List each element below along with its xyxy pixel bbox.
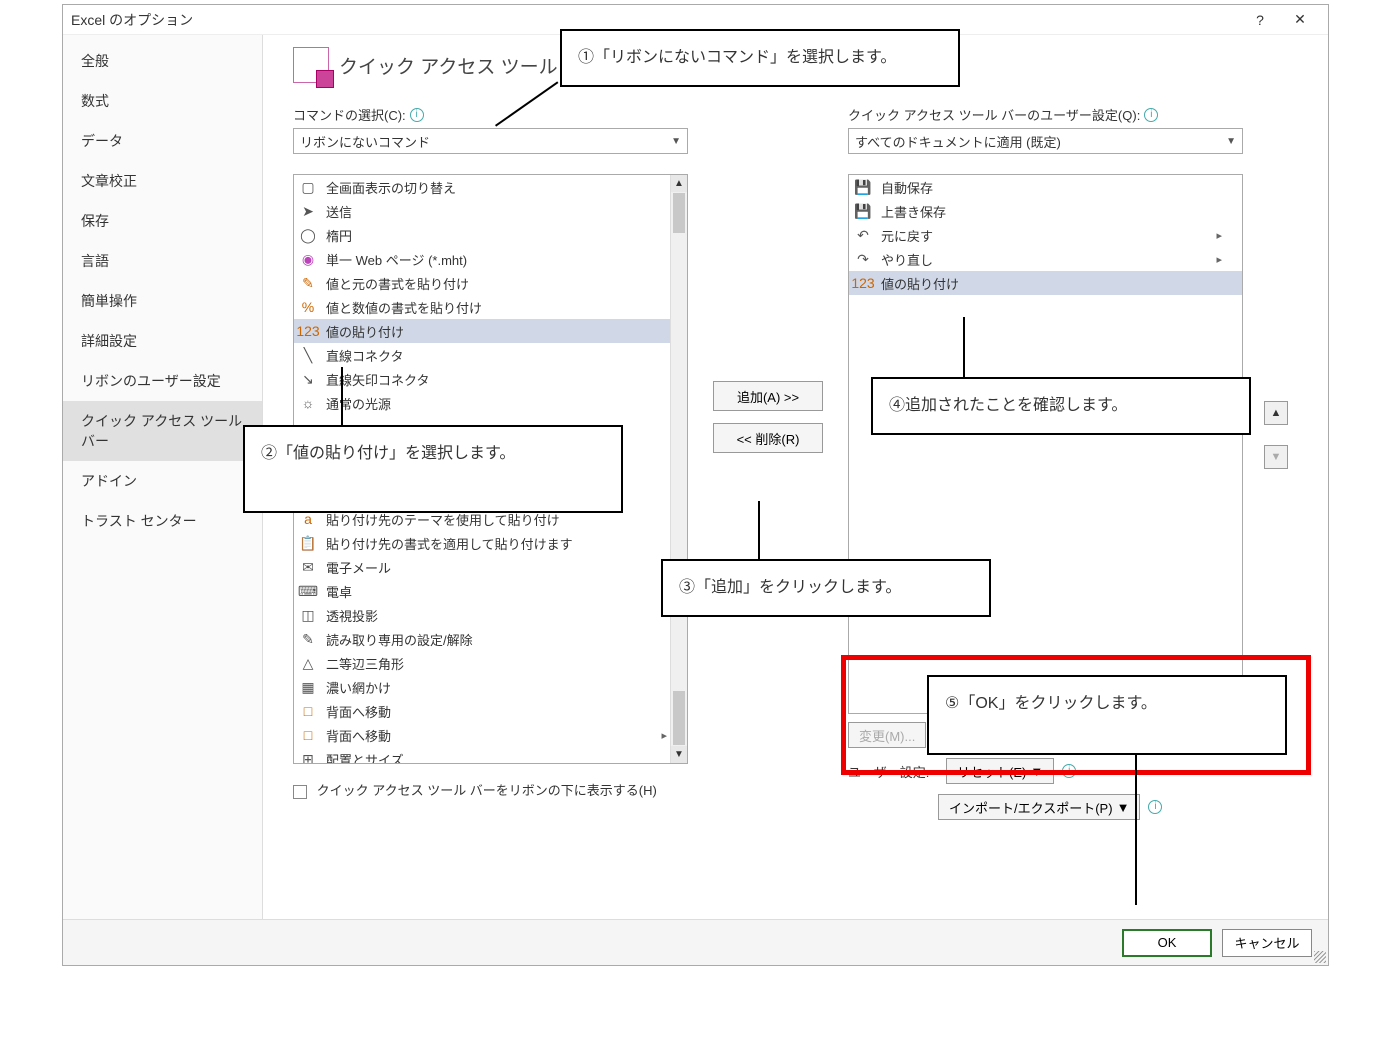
sidebar-item-save[interactable]: 保存 (63, 201, 262, 241)
sidebar-item-language[interactable]: 言語 (63, 241, 262, 281)
scroll-thumb[interactable] (673, 193, 685, 233)
callout-5: ⑤「OK」をクリックします。 (927, 675, 1287, 755)
ok-button[interactable]: OK (1122, 929, 1212, 957)
scroll-thumb[interactable] (673, 691, 685, 745)
list-item: □背面へ移動 (294, 699, 687, 723)
callout-1: ①「リボンにないコマンド」を選択します。 (560, 29, 960, 87)
list-item-paste-values: 123値の貼り付け (294, 319, 687, 343)
sidebar-item-data[interactable]: データ (63, 121, 262, 161)
list-item: 💾自動保存 (849, 175, 1242, 199)
callout-line (758, 501, 760, 559)
scrollbar[interactable]: ▲ ▼ (670, 175, 687, 763)
cancel-button[interactable]: キャンセル (1222, 929, 1312, 957)
callout-2: ②「値の貼り付け」を選択します。 (243, 425, 623, 513)
list-item: △二等辺三角形 (294, 651, 687, 675)
list-item: 📋貼り付け先の書式を適用して貼り付けます (294, 531, 687, 555)
list-item: ☼通常の光源 (294, 391, 687, 415)
help-button[interactable]: ? (1240, 12, 1280, 28)
callout-line (963, 317, 965, 377)
callout-3: ③「追加」をクリックします。 (661, 559, 991, 617)
sidebar-item-proofing[interactable]: 文章校正 (63, 161, 262, 201)
info-icon[interactable]: i (1148, 800, 1162, 814)
list-item: ✉電子メール (294, 555, 687, 579)
transfer-buttons: 追加(A) >> << 削除(R) (708, 101, 828, 453)
chevron-down-icon: ▼ (1226, 136, 1236, 147)
list-item: ↶元に戻す▸ (849, 223, 1242, 247)
callout-4: ④追加されたことを確認します。 (871, 377, 1251, 435)
info-icon[interactable]: i (410, 108, 424, 122)
list-item: ✎値と元の書式を貼り付け (294, 271, 687, 295)
callout-line (1135, 755, 1137, 905)
qat-icon (293, 47, 329, 83)
list-item: ⊞配置とサイズ... (294, 747, 687, 763)
remove-button[interactable]: << 削除(R) (713, 423, 823, 453)
close-button[interactable]: ✕ (1280, 11, 1320, 28)
sidebar-item-qat[interactable]: クイック アクセス ツール バー (63, 401, 262, 461)
scroll-down-icon[interactable]: ▼ (671, 746, 687, 763)
customize-qat-label: クイック アクセス ツール バーのユーザー設定(Q): i (848, 105, 1243, 124)
add-button[interactable]: 追加(A) >> (713, 381, 823, 411)
customize-qat-combo[interactable]: すべてのドキュメントに適用 (既定) ▼ (848, 128, 1243, 154)
options-dialog: Excel のオプション ? ✕ 全般 数式 データ 文章校正 保存 言語 簡単… (62, 4, 1329, 966)
sidebar-item-ease[interactable]: 簡単操作 (63, 281, 262, 321)
scroll-up-icon[interactable]: ▲ (671, 175, 687, 192)
list-item: ◯楕円 (294, 223, 687, 247)
list-item: ▢全画面表示の切り替え (294, 175, 687, 199)
list-item: ↷やり直し▸ (849, 247, 1242, 271)
move-up-button[interactable]: ▲ (1264, 401, 1288, 425)
show-below-ribbon-row: クイック アクセス ツール バーをリボンの下に表示する(H) (293, 780, 688, 799)
category-sidebar: 全般 数式 データ 文章校正 保存 言語 簡単操作 詳細設定 リボンのユーザー設… (63, 35, 263, 919)
list-item: □背面へ移動▸ (294, 723, 687, 747)
list-item: ↘直線矢印コネクタ (294, 367, 687, 391)
callout-line (341, 367, 343, 425)
sidebar-item-advanced[interactable]: 詳細設定 (63, 321, 262, 361)
list-item: 💾上書き保存 (849, 199, 1242, 223)
list-item: ◉単一 Web ページ (*.mht) (294, 247, 687, 271)
show-below-ribbon-checkbox[interactable] (293, 785, 307, 799)
list-item: ➤送信 (294, 199, 687, 223)
choose-commands-label: コマンドの選択(C): i (293, 105, 688, 124)
list-item-paste-values: 123値の貼り付け (849, 271, 1242, 295)
list-item: ⌨電卓 (294, 579, 687, 603)
chevron-down-icon: ▼ (671, 136, 681, 147)
move-down-button[interactable]: ▼ (1264, 445, 1288, 469)
list-item: ◫透視投影 (294, 603, 687, 627)
list-item: ▦濃い網かけ (294, 675, 687, 699)
list-item: ╲直線コネクタ (294, 343, 687, 367)
sidebar-item-formulas[interactable]: 数式 (63, 81, 262, 121)
dialog-footer: OK キャンセル (63, 919, 1328, 965)
reorder-buttons: ▲ ▼ (1263, 101, 1289, 469)
choose-commands-combo[interactable]: リボンにないコマンド ▼ (293, 128, 688, 154)
resize-grip[interactable] (1314, 951, 1326, 963)
list-item: %値と数値の書式を貼り付け (294, 295, 687, 319)
sidebar-item-addins[interactable]: アドイン (63, 461, 262, 501)
qat-commands-list[interactable]: 💾自動保存 💾上書き保存 ↶元に戻す▸ ↷やり直し▸ 123値の貼り付け (848, 174, 1243, 714)
list-item: ✎読み取り専用の設定/解除 (294, 627, 687, 651)
show-below-ribbon-label: クイック アクセス ツール バーをリボンの下に表示する(H) (317, 783, 657, 798)
window-title: Excel のオプション (71, 10, 1240, 30)
sidebar-item-trust[interactable]: トラスト センター (63, 501, 262, 541)
sidebar-item-ribbon[interactable]: リボンのユーザー設定 (63, 361, 262, 401)
sidebar-item-general[interactable]: 全般 (63, 41, 262, 81)
import-export-button[interactable]: インポート/エクスポート(P)▼ (938, 794, 1140, 820)
info-icon[interactable]: i (1144, 108, 1158, 122)
